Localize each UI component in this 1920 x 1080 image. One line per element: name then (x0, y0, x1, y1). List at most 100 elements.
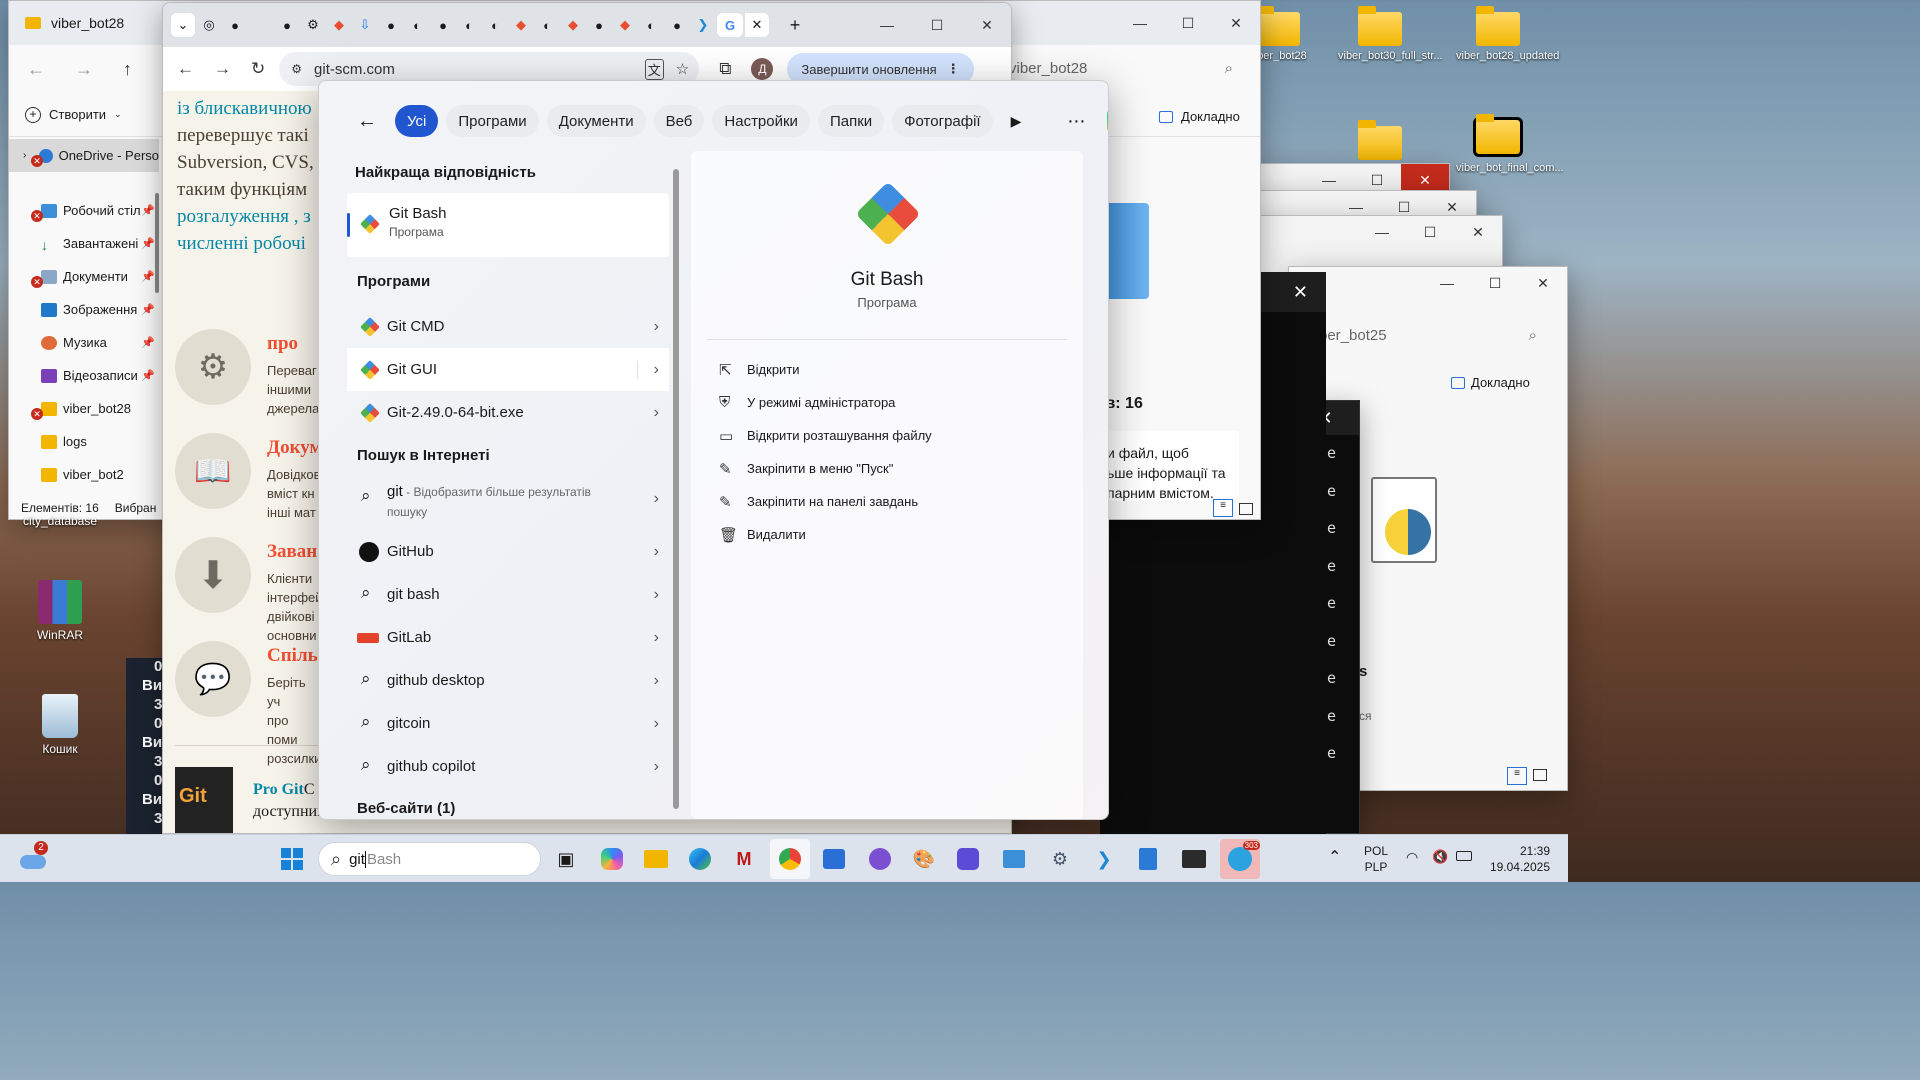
filter-all[interactable]: Усі (395, 105, 439, 137)
action-uninstall[interactable]: 🗑 Видалити (691, 518, 1083, 551)
view-list-icon[interactable]: ≡ (1213, 499, 1233, 517)
tab-globe-icon[interactable]: ◐ (483, 13, 507, 37)
tab-git-icon[interactable]: ◆ (561, 13, 585, 37)
sidebar-scrollbar[interactable] (155, 193, 159, 293)
telegram-icon[interactable]: 303 (1220, 839, 1260, 879)
best-match-git-bash[interactable]: Git Bash Програма (347, 193, 669, 257)
more-options-icon[interactable]: ⋯ (1067, 111, 1085, 132)
web-result-github-desktop[interactable]: ⌕ github desktop › (347, 659, 669, 702)
clock[interactable]: 21:39 19.04.2025 (1486, 843, 1550, 875)
copilot-icon[interactable] (1107, 106, 1108, 136)
maximize-icon[interactable]: ☐ (1406, 216, 1454, 248)
desktop-city-database[interactable]: city_database (18, 514, 102, 528)
sidebar-item-desktop[interactable]: ✕ Робочий стіл 📌 (9, 194, 159, 227)
desktop-folder-doc[interactable] (1338, 120, 1422, 164)
tab-git-icon[interactable]: ◆ (613, 13, 637, 37)
start-button[interactable] (272, 839, 312, 879)
profile-avatar[interactable]: Д (751, 58, 774, 80)
details-button[interactable]: Докладно (1159, 109, 1240, 124)
explorer-search-box[interactable]: viber_bot28 ⌕ (1009, 53, 1245, 83)
background-window-1[interactable]: — ☐ ✕ (1255, 163, 1450, 193)
copilot-taskbar-icon[interactable] (592, 839, 632, 879)
web-result-github-copilot[interactable]: ⌕ github copilot › (347, 745, 669, 788)
sidebar-item-documents[interactable]: ✕ Документи 📌 (9, 260, 159, 293)
sidebar-item-videos[interactable]: Відеозаписи 📌 (9, 359, 159, 392)
close-icon[interactable]: ✕ (963, 9, 1011, 41)
filter-settings[interactable]: Настройки (712, 105, 810, 137)
web-result-gitlab[interactable]: GitLab › (347, 616, 669, 659)
minimize-icon[interactable]: — (1423, 267, 1471, 299)
vscode-icon[interactable]: ❯ (1084, 839, 1124, 879)
viber-icon[interactable] (860, 839, 900, 879)
result-git-cmd[interactable]: Git CMD › (347, 305, 669, 348)
volume-muted-icon[interactable]: 🔇 (1432, 849, 1448, 865)
filter-web[interactable]: Веб (653, 105, 705, 137)
feature-downloads[interactable]: ⬇ Заван Клієнти інтерфей двійкові основн… (175, 537, 323, 643)
progit-book-cover[interactable]: Git (175, 767, 233, 833)
new-button[interactable]: + Створити ⌄ (25, 106, 122, 123)
filter-apps[interactable]: Програми (446, 105, 539, 137)
site-info-icon[interactable]: ⚙ (291, 62, 302, 76)
sidebar-item-downloads[interactable]: ↓ Завантажені 📌 (9, 227, 159, 260)
minimize-icon[interactable]: — (863, 9, 911, 41)
back-arrow-icon[interactable]: ← (357, 110, 377, 133)
sidebar-item-pictures[interactable]: Зображення 📌 (9, 293, 159, 326)
file-explorer-icon[interactable] (636, 839, 676, 879)
reload-icon[interactable]: ↻ (251, 59, 265, 79)
wifi-icon[interactable]: ◠ (1406, 849, 1418, 866)
feature-community[interactable]: 💬 Спіль Беріть уч про поми розсилки (175, 641, 321, 766)
edge-icon[interactable] (680, 839, 720, 879)
explorer2-details-button[interactable]: Докладно (1451, 375, 1530, 390)
action-run-as-admin[interactable]: ⛨ У режимі адміністратора (691, 386, 1083, 419)
sidebar-item-onedrive[interactable]: › ✕ OneDrive - Perso (9, 139, 159, 172)
close-icon[interactable]: ✕ (1519, 267, 1567, 299)
close-icon[interactable]: ✕ (1212, 7, 1260, 39)
tab-globe-icon[interactable]: ◐ (457, 13, 481, 37)
taskbar-search-box[interactable]: ⌕ git Bash (318, 842, 541, 876)
view-tiles-icon[interactable] (1239, 503, 1253, 515)
maximize-icon[interactable]: ☐ (913, 9, 961, 41)
tab-openai-icon[interactable]: ◎ (197, 13, 221, 37)
minimize-icon[interactable]: — (1116, 7, 1164, 39)
desktop-folder-viber-bot28-updated[interactable]: viber_bot28_updated (1456, 6, 1559, 62)
action-open-file-location[interactable]: ▭ Відкрити розташування файлу (691, 419, 1083, 452)
play-icon[interactable]: ▶ (1011, 113, 1022, 130)
remote-desktop-icon[interactable] (994, 839, 1034, 879)
tab-github-icon[interactable]: ● (431, 13, 455, 37)
tab-search-button[interactable]: ⌄ (171, 13, 195, 37)
translate-icon[interactable]: 文 (644, 58, 664, 80)
explorer-tab[interactable]: viber_bot28 (9, 15, 124, 31)
bookmark-star-icon[interactable]: ☆ (676, 60, 689, 78)
desktop-recycle-bin[interactable]: Кошик (18, 694, 102, 756)
tab-git-icon[interactable]: ◆ (509, 13, 533, 37)
forward-arrow-icon[interactable]: → (214, 59, 231, 79)
feature-docs[interactable]: 📖 Докум Довідков вміст кн інші мат (175, 433, 322, 520)
explorer2-search-box[interactable]: per_bot25 ⌕ (1311, 319, 1547, 351)
tab-github-icon[interactable]: ● (379, 13, 403, 37)
sidebar-item-viber-bot2[interactable]: viber_bot2 (9, 458, 159, 491)
feature-about[interactable]: ⚙ про Переваг іншими джерела (175, 329, 319, 416)
forward-arrow-icon[interactable]: → (75, 59, 93, 80)
battery-icon[interactable] (1456, 851, 1472, 861)
action-open[interactable]: ⇱ Відкрити (691, 353, 1083, 386)
action-pin-taskbar[interactable]: ✎ Закріпити на панелі завдань (691, 485, 1083, 518)
tab-gear-icon[interactable]: ⚙ (301, 13, 325, 37)
weather-widget[interactable]: 2 (18, 841, 50, 875)
back-arrow-icon[interactable]: ← (177, 59, 194, 79)
notepad-icon[interactable] (1128, 839, 1168, 879)
tab-google-icon[interactable]: G (717, 13, 743, 37)
web-result-git[interactable]: ⌕ git - Відобразити більше результатів п… (347, 476, 669, 530)
back-arrow-icon[interactable]: ← (27, 59, 45, 80)
close-icon[interactable]: ✕ (1454, 216, 1502, 248)
view-tiles-icon[interactable] (1533, 769, 1547, 781)
desktop-folder-viber-bot30[interactable]: viber_bot30_full_str... (1338, 6, 1443, 62)
notes-app-icon[interactable] (948, 839, 988, 879)
show-hidden-icons-chevron[interactable]: ⌃ (1328, 847, 1341, 867)
web-result-github[interactable]: GitHub › (347, 530, 669, 573)
maximize-icon[interactable]: ☐ (1471, 267, 1519, 299)
result-git-gui[interactable]: Git GUI › (347, 348, 669, 391)
language-indicator[interactable]: POL PLP (1364, 843, 1388, 875)
results-scrollbar[interactable] (671, 153, 681, 819)
sidebar-item-logs[interactable]: logs (9, 425, 159, 458)
sidebar-item-viber-bot28[interactable]: ✕ viber_bot28 (9, 392, 159, 425)
